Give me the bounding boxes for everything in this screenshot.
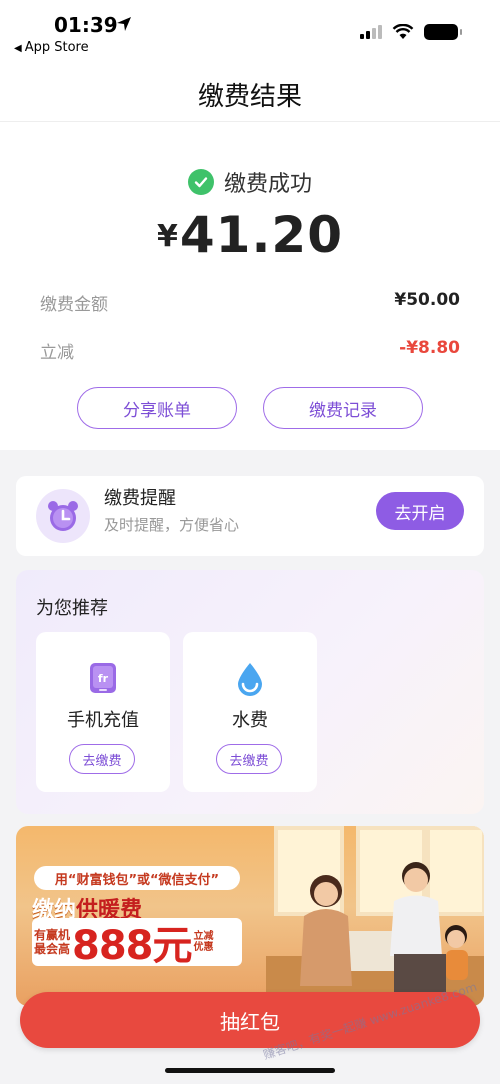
home-indicator	[165, 1068, 335, 1073]
reminder-title: 缴费提醒	[104, 488, 176, 509]
promo-payment-methods: 用“财富钱包”或“微信支付”	[34, 866, 240, 890]
recommend-item-phone-recharge[interactable]: fr 手机充值 去缴费	[36, 632, 170, 792]
promo-small-left: 有赢机最会高	[33, 928, 70, 956]
recommend-title: 为您推荐	[36, 598, 108, 619]
back-app-label: App Store	[24, 40, 89, 55]
payment-amount-value: ¥50.00	[394, 290, 460, 310]
promo-small-right: 立减优惠	[193, 931, 214, 953]
phone-recharge-label: 手机充值	[67, 710, 139, 731]
wifi-icon	[392, 24, 414, 39]
family-illustration	[266, 862, 484, 1006]
reminder-subtitle: 及时提醒，方便省心	[104, 516, 240, 534]
water-fee-pay-button[interactable]: 去缴费	[216, 744, 282, 774]
payment-amount-label: 缴费金额	[40, 295, 108, 315]
check-circle-icon	[187, 169, 214, 195]
back-to-app-link[interactable]: ◀ App Store	[14, 40, 89, 55]
payment-amount-row: 缴费金额 ¥50.00	[40, 290, 460, 315]
status-bar: 01:39 ◀ App Store	[0, 0, 500, 62]
svg-text:fr: fr	[98, 672, 109, 685]
page-title: 缴费结果	[197, 82, 302, 112]
status-icons	[360, 24, 462, 40]
heating-promo-banner[interactable]: 用“财富钱包”或“微信支付” 缴纳供暖费 有赢机最会高 888元 立减优惠	[16, 826, 484, 1006]
alarm-clock-icon	[36, 489, 90, 543]
phone-recharge-pay-button[interactable]: 去缴费	[69, 744, 135, 774]
discount-value: -¥8.80	[399, 338, 460, 358]
promo-big-amount: 888元	[72, 923, 192, 969]
water-fee-label: 水费	[232, 710, 268, 731]
nav-bar: 缴费结果	[0, 62, 500, 122]
currency-symbol: ¥	[156, 219, 178, 254]
battery-icon	[424, 24, 462, 40]
discount-label: 立减	[40, 343, 74, 363]
payment-records-button[interactable]: 缴费记录	[263, 387, 423, 429]
payment-reminder-card: 缴费提醒 及时提醒，方便省心 去开启	[16, 476, 484, 556]
success-text: 缴费成功	[223, 172, 312, 197]
back-triangle-icon: ◀	[14, 43, 22, 54]
phone-recharge-icon: fr	[36, 662, 170, 694]
location-arrow-icon	[117, 17, 131, 31]
discount-row: 立减 -¥8.80	[40, 338, 460, 363]
recommend-section: 为您推荐 fr 手机充值 去缴费 水费 去缴费	[16, 570, 484, 814]
amount-value: 41.20	[179, 206, 344, 264]
cellular-signal-icon	[360, 25, 382, 39]
recommend-item-water[interactable]: 水费 去缴费	[183, 632, 317, 792]
payment-result-card: 缴费成功 ¥41.20 缴费金额 ¥50.00 立减 -¥8.80 分享账单 缴…	[0, 122, 500, 450]
water-drop-icon	[183, 662, 317, 696]
status-time: 01:39	[54, 13, 118, 37]
promo-prize: 有赢机最会高 888元 立减优惠	[32, 918, 242, 969]
enable-reminder-button[interactable]: 去开启	[376, 492, 464, 530]
success-row: 缴费成功	[0, 166, 500, 198]
paid-amount: ¥41.20	[0, 206, 500, 264]
share-bill-button[interactable]: 分享账单	[77, 387, 237, 429]
